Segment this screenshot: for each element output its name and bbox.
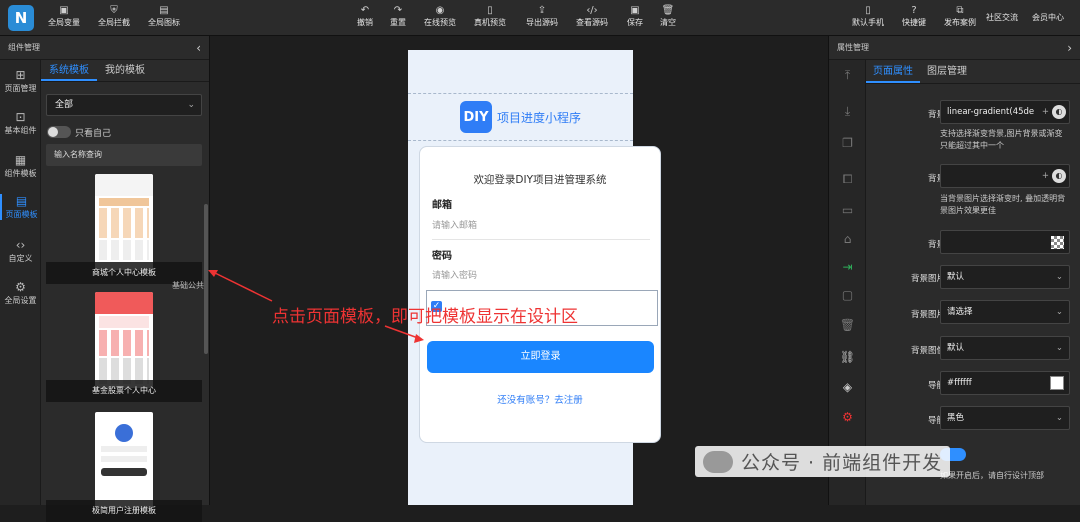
bg-repeat-select[interactable]: 默认 ⌄ bbox=[940, 336, 1070, 360]
chevron-down-icon: ⌄ bbox=[1055, 413, 1063, 423]
right-tool-nav: ⤒ ⤓ ❐ ⧠ ▭ ⌂ ⇥ ▢ 🗑 ⛓ ◈ ⚙ bbox=[829, 60, 866, 505]
nav-bg-input[interactable]: #ffffff bbox=[940, 371, 1070, 395]
lock-icon[interactable]: ⌂ bbox=[829, 232, 866, 246]
wechat-icon bbox=[703, 450, 733, 473]
plus-icon[interactable]: + bbox=[1042, 165, 1049, 187]
property-tabs: 页面属性 图层管理 bbox=[866, 60, 1080, 84]
move-bottom-icon[interactable]: ⤓ bbox=[829, 104, 866, 119]
annotation-text: 点击页面模板，即可把模板显示在设计区 bbox=[272, 307, 578, 327]
layers-icon[interactable]: ◈ bbox=[829, 380, 866, 394]
copy-icon[interactable]: ❐ bbox=[829, 136, 866, 150]
custom-nav-help: 如果开启后，请自行设计顶部 bbox=[940, 471, 1044, 480]
chevron-down-icon: ⌄ bbox=[1055, 343, 1063, 353]
paste-icon[interactable]: ▭ bbox=[829, 203, 866, 217]
link-icon[interactable]: ⛓ bbox=[829, 350, 866, 364]
chevron-down-icon: ⌄ bbox=[1055, 307, 1063, 317]
watermark: 公众号 · 前端组件开发 bbox=[695, 446, 951, 477]
color-swatch[interactable] bbox=[1050, 376, 1064, 390]
collapse-right-icon[interactable]: › bbox=[1067, 41, 1072, 55]
bg-image-input[interactable]: linear-gradient(45de + ◐ bbox=[940, 100, 1070, 124]
bg-overlay-input[interactable]: + ◐ bbox=[940, 164, 1070, 188]
settings-icon[interactable]: ⚙ bbox=[829, 410, 866, 424]
bg-position-select[interactable]: 默认 ⌄ bbox=[940, 265, 1070, 289]
bg-color-input[interactable] bbox=[940, 230, 1070, 254]
bg-overlay-help: 当背景图片选择渐变时, 叠加透明背景图片效果更佳 bbox=[940, 194, 1066, 215]
property-panel: 属性管理 › ⤒ ⤓ ❐ ⧠ ▭ ⌂ ⇥ ▢ 🗑 ⛓ ◈ ⚙ 页面属性 图层管理… bbox=[828, 36, 1080, 505]
color-picker-icon[interactable]: ◐ bbox=[1052, 105, 1066, 119]
property-panel-header: 属性管理 › bbox=[829, 36, 1080, 60]
plus-icon[interactable]: + bbox=[1042, 101, 1049, 123]
unlock-icon[interactable]: ▢ bbox=[829, 288, 866, 302]
color-picker-icon[interactable]: ◐ bbox=[1052, 169, 1066, 183]
export-icon[interactable]: ⇥ bbox=[829, 260, 866, 274]
tab-page-properties[interactable]: 页面属性 bbox=[866, 60, 920, 83]
chevron-down-icon: ⌄ bbox=[1055, 272, 1063, 282]
component-icon[interactable]: ⧠ bbox=[829, 172, 866, 187]
tab-layer-manage[interactable]: 图层管理 bbox=[920, 60, 974, 83]
move-top-icon[interactable]: ⤒ bbox=[829, 68, 866, 83]
trash-icon[interactable]: 🗑 bbox=[829, 318, 866, 332]
bg-image-help: 支持选择渐变背景,图片背景或渐变只能超过其中一个 bbox=[940, 129, 1063, 150]
bg-size-select[interactable]: 请选择 ⌄ bbox=[940, 300, 1070, 324]
nav-color-select[interactable]: 黑色 ⌄ bbox=[940, 406, 1070, 430]
transparent-swatch-icon[interactable] bbox=[1051, 236, 1064, 249]
